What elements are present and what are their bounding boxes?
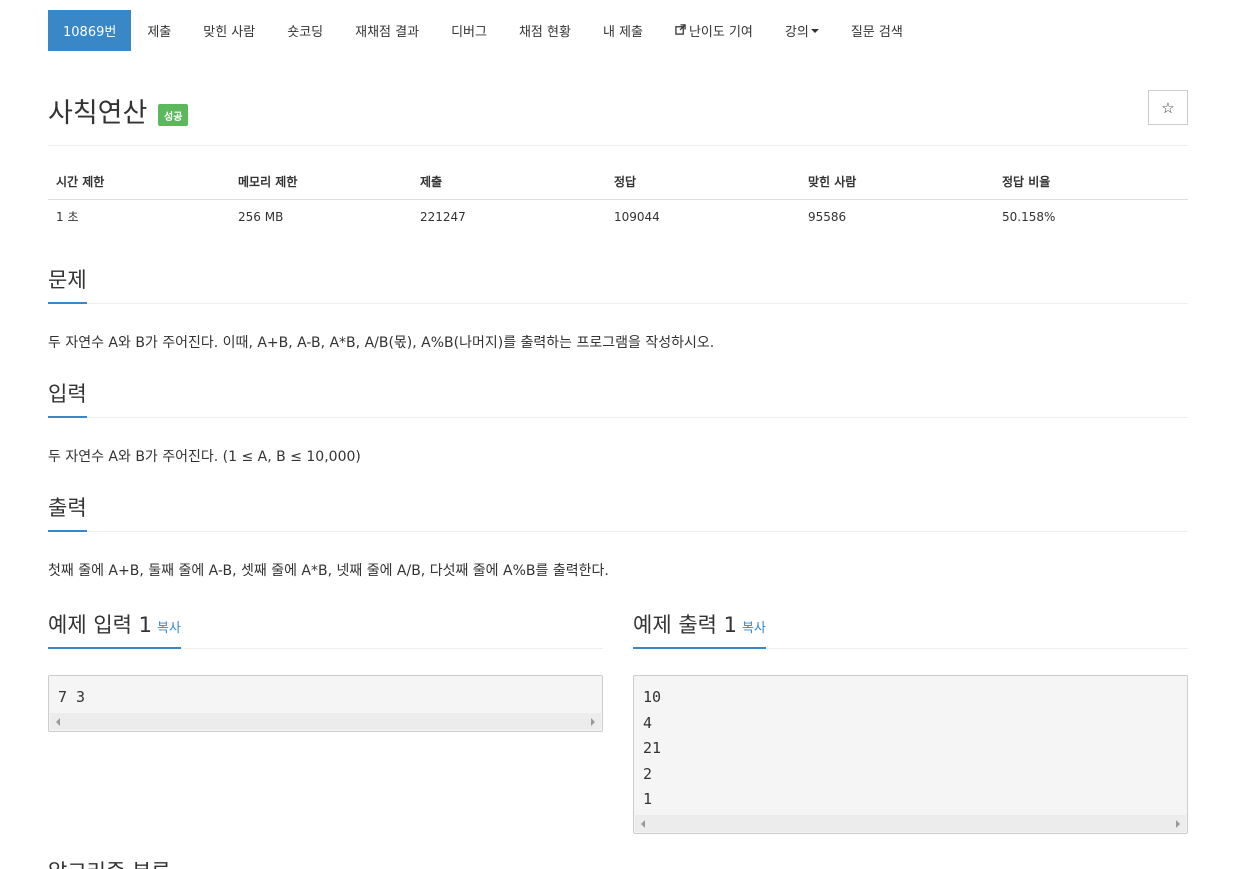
section-title: 예제 입력 1 복사 [48, 609, 181, 649]
scroll-left-icon[interactable] [641, 819, 645, 828]
nav-tab-label: 디버그 [451, 25, 487, 40]
problem-info-table: 시간 제한 메모리 제한 제출 정답 맞힌 사람 정답 비율 1 초 256 M… [48, 165, 1188, 235]
nav-tab-label: 재채점 결과 [355, 25, 420, 40]
table-cell: 95586 [808, 210, 847, 224]
nav-tab-submit[interactable]: 제출 [131, 10, 187, 51]
problem-header: 사칙연산 성공 ☆ [48, 88, 1188, 134]
table-cell: 221247 [420, 210, 466, 224]
problem-nav: 10869번 제출 맞힌 사람 숏코딩 재채점 결과 디버그 채점 현황 내 제… [48, 10, 919, 51]
horizontal-scrollbar[interactable] [50, 712, 601, 730]
nav-tab-my-submissions[interactable]: 내 제출 [587, 10, 659, 51]
table-header-cell: 정답 비율 [1002, 175, 1051, 189]
sample-input-title: 예제 입력 1 [48, 613, 152, 637]
table-cell: 50.158% [1002, 210, 1056, 224]
output-section: 출력 첫째 줄에 A+B, 둘째 줄에 A-B, 셋째 줄에 A*B, 넷째 줄… [48, 496, 1188, 580]
sample-output-title: 예제 출력 1 [633, 613, 737, 637]
sample-output-box[interactable]: 10 4 21 2 1 [633, 675, 1188, 834]
nav-tab-problem-number[interactable]: 10869번 [48, 10, 132, 51]
nav-tab-short-coding[interactable]: 숏코딩 [271, 10, 339, 51]
nav-tab-debug[interactable]: 디버그 [435, 10, 503, 51]
favorite-star-button[interactable]: ☆ [1148, 90, 1188, 125]
table-header-cell: 맞힌 사람 [808, 175, 857, 189]
table-header-row: 시간 제한 메모리 제한 제출 정답 맞힌 사람 정답 비율 [48, 165, 1188, 200]
code-line: 10 [643, 688, 662, 706]
code-line: 2 [643, 764, 653, 783]
star-icon: ☆ [1161, 98, 1175, 117]
nav-tab-label: 강의 [784, 25, 809, 40]
nav-tab-judge-status[interactable]: 채점 현황 [503, 10, 587, 51]
copy-sample-input-link[interactable]: 복사 [157, 621, 181, 636]
scroll-left-icon[interactable] [56, 717, 60, 726]
nav-tab-label: 난이도 기여 [688, 25, 753, 40]
table-cell: 256 MB [238, 210, 284, 224]
external-link-icon [675, 23, 686, 38]
section-header: 문제 [48, 268, 1188, 304]
sample-input-box[interactable]: 7 3 [48, 675, 603, 732]
scroll-right-icon[interactable] [591, 717, 595, 726]
horizontal-scrollbar[interactable] [635, 814, 1186, 832]
nav-tab-lectures-dropdown[interactable]: 강의 [769, 10, 835, 51]
sample-output-section: 예제 출력 1 복사 10 4 21 2 1 [633, 607, 1188, 834]
nav-tab-label: 내 제출 [602, 25, 643, 40]
nav-tab-label: 10869번 [63, 25, 117, 40]
section-title: 문제 [48, 264, 87, 304]
section-header: 예제 입력 1 복사 [48, 607, 603, 649]
copy-sample-output-link[interactable]: 복사 [742, 621, 766, 636]
nav-tab-label: 맞힌 사람 [203, 25, 256, 40]
section-header: 예제 출력 1 복사 [633, 607, 1188, 649]
nav-tab-label: 질문 검색 [850, 25, 903, 40]
table-header-cell: 정답 [614, 175, 637, 189]
code-line: 7 3 [58, 688, 86, 706]
section-header: 출력 [48, 496, 1188, 532]
table-header-cell: 메모리 제한 [238, 175, 298, 189]
table-row: 1 초 256 MB 221247 109044 95586 50.158% [48, 200, 1188, 235]
code-line: 21 [643, 739, 662, 758]
status-badge: 성공 [158, 104, 189, 126]
section-text: 두 자연수 A와 B가 주어진다. 이때, A+B, A-B, A*B, A/B… [48, 335, 715, 351]
problem-title: 사칙연산 [48, 98, 148, 129]
nav-tab-question-search[interactable]: 질문 검색 [835, 10, 919, 51]
nav-tab-rejudge-results[interactable]: 재채점 결과 [339, 10, 435, 51]
nav-tab-difficulty-contribution[interactable]: 난이도 기여 [659, 10, 769, 51]
section-title: 출력 [48, 492, 87, 532]
table-header-cell: 제출 [420, 175, 443, 189]
section-text: 두 자연수 A와 B가 주어진다. (1 ≤ A, B ≤ 10,000) [48, 449, 361, 465]
algorithm-category-title: 알고리즘 분류 [48, 856, 171, 869]
section-title: 예제 출력 1 복사 [633, 609, 766, 649]
nav-tab-label: 채점 현황 [518, 25, 571, 40]
sample-output-text: 10 4 21 2 1 [634, 676, 1187, 813]
table-cell: 109044 [614, 210, 660, 224]
scroll-right-icon[interactable] [1176, 819, 1180, 828]
sample-input-section: 예제 입력 1 복사 7 3 [48, 607, 603, 732]
caret-down-icon [810, 28, 819, 33]
section-header: 입력 [48, 382, 1188, 418]
code-line: 4 [643, 713, 653, 732]
code-line: 1 [643, 790, 653, 809]
problem-description-section: 문제 두 자연수 A와 B가 주어진다. 이때, A+B, A-B, A*B, … [48, 268, 1188, 352]
table-header-cell: 시간 제한 [56, 175, 105, 189]
input-section: 입력 두 자연수 A와 B가 주어진다. (1 ≤ A, B ≤ 10,000) [48, 382, 1188, 466]
section-text: 첫째 줄에 A+B, 둘째 줄에 A-B, 셋째 줄에 A*B, 넷째 줄에 A… [48, 563, 609, 579]
nav-tab-label: 제출 [147, 25, 172, 40]
section-title: 입력 [48, 378, 87, 418]
table-cell: 1 초 [56, 210, 79, 224]
nav-tab-solved-users[interactable]: 맞힌 사람 [187, 10, 271, 51]
nav-tab-label: 숏코딩 [287, 25, 324, 40]
sample-input-text: 7 3 [49, 676, 602, 711]
title-divider [48, 145, 1188, 146]
